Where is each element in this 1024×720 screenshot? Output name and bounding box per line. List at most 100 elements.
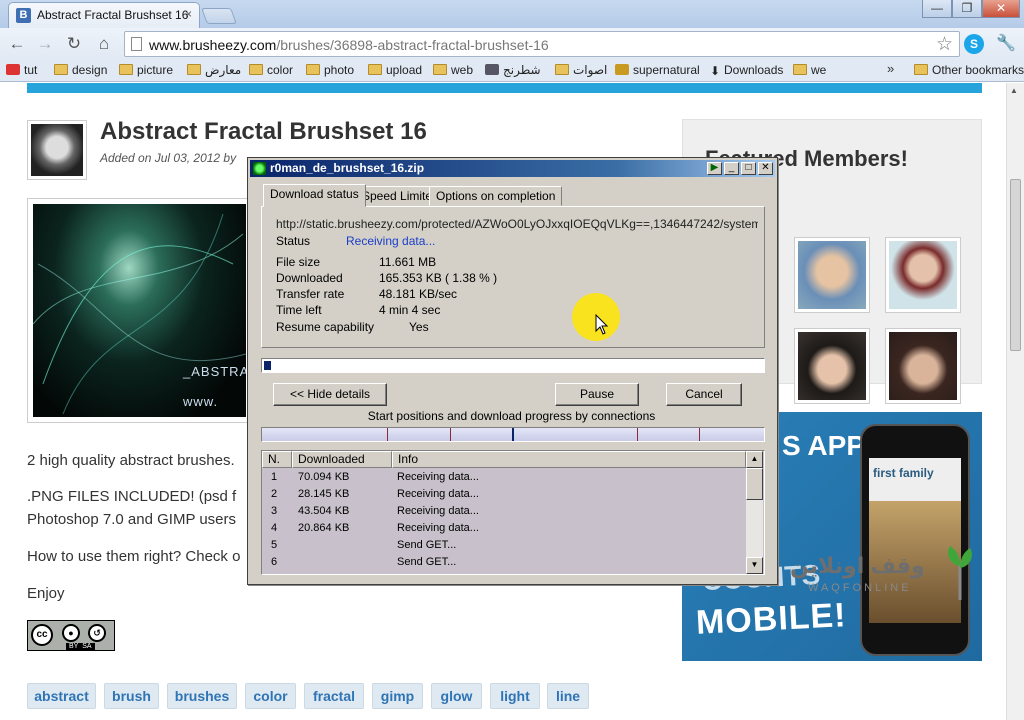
table-row[interactable]: 5 Send GET...: [262, 537, 746, 554]
url-text[interactable]: www.brusheezy.com/brushes/36898-abstract…: [149, 37, 549, 53]
tag-abstract[interactable]: abstract: [27, 683, 96, 709]
bookmarks-more-chevron-icon[interactable]: »: [887, 61, 894, 76]
maximize-button[interactable]: ❐: [952, 0, 982, 18]
row-info: Receiving data...: [397, 522, 479, 534]
creative-commons-badge[interactable]: cc ● ↺ BY SA: [27, 620, 115, 651]
page-scrollbar[interactable]: ▲: [1006, 83, 1024, 720]
description-line-4: How to use them right? Check o: [27, 548, 241, 565]
tag-gimp[interactable]: gimp: [372, 683, 423, 709]
bookmark-downloads[interactable]: ⬇ Downloads: [710, 63, 783, 79]
time-left-value: 4 min 4 sec: [379, 303, 441, 317]
home-icon[interactable]: ⌂: [93, 33, 115, 55]
bookmark-design[interactable]: design: [54, 63, 107, 79]
hide-details-button[interactable]: << Hide details: [273, 383, 387, 406]
bookmark-supernatural[interactable]: supernatural: [615, 63, 700, 79]
bookmark-color[interactable]: color: [249, 63, 293, 79]
bookmark-sounds[interactable]: اصوات: [555, 63, 607, 79]
col-header-downloaded[interactable]: Downloaded: [292, 451, 392, 468]
folder-icon: [249, 64, 263, 75]
other-bookmarks[interactable]: Other bookmarks: [914, 63, 1024, 79]
bookmark-label: Downloads: [724, 63, 784, 77]
share-alike-icon: ↺: [88, 624, 106, 642]
connection-segment-marker: [450, 428, 451, 441]
address-bar[interactable]: www.brusheezy.com/brushes/36898-abstract…: [124, 31, 960, 57]
row-info: Receiving data...: [397, 488, 479, 500]
new-tab-button[interactable]: [201, 8, 237, 24]
avatar-photo: [31, 124, 83, 176]
table-row[interactable]: 2 28.145 KB Receiving data...: [262, 486, 746, 503]
bookmark-chess[interactable]: شطرنج: [485, 63, 541, 79]
bookmark-label: اصوات: [573, 63, 608, 77]
member-avatar[interactable]: [794, 237, 870, 313]
member-avatar[interactable]: [885, 328, 961, 404]
dialog-minimize-button[interactable]: _: [724, 162, 739, 175]
tag-color[interactable]: color: [245, 683, 296, 709]
bookmark-label: photo: [324, 63, 355, 77]
cancel-button[interactable]: Cancel: [666, 383, 742, 406]
tag-brushes[interactable]: brushes: [167, 683, 237, 709]
tag-light[interactable]: light: [490, 683, 540, 709]
dialog-title: r0man_de_brushset_16.zip: [270, 161, 425, 175]
browser-tab[interactable]: B Abstract Fractal Brushset 16 ×: [8, 2, 200, 28]
description-line-2: .PNG FILES INCLUDED! (psd f: [27, 488, 237, 505]
star-icon[interactable]: ☆: [936, 33, 953, 56]
connection-segment-marker: [387, 428, 388, 441]
table-row[interactable]: 1 70.094 KB Receiving data...: [262, 469, 746, 486]
url-path: /brushes/36898-abstract-fractal-brushset…: [276, 37, 549, 53]
license-labels: BY SA: [66, 643, 95, 650]
tag-brush[interactable]: brush: [104, 683, 159, 709]
brush-preview[interactable]: _ABSTRAC www.: [27, 198, 252, 423]
ad-mobile-text: MOBILE!: [695, 596, 848, 642]
toolbox-icon: [6, 64, 20, 75]
member-photo: [889, 332, 957, 400]
col-header-n[interactable]: N.: [262, 451, 292, 468]
table-row[interactable]: 3 43.504 KB Receiving data...: [262, 503, 746, 520]
download-url: http://static.brusheezy.com/protected/AZ…: [276, 217, 758, 231]
scroll-up-icon[interactable]: ▲: [746, 451, 763, 468]
bookmark-we[interactable]: we: [793, 63, 826, 79]
bookmark-galleries[interactable]: معارض: [187, 63, 241, 79]
table-scrollbar[interactable]: ▲ ▼: [746, 451, 763, 574]
bookmark-photo[interactable]: photo: [306, 63, 354, 79]
row-number: 4: [271, 522, 278, 534]
bookmark-upload[interactable]: upload: [368, 63, 422, 79]
download-arrow-icon: ⬇: [710, 64, 721, 78]
scroll-up-icon[interactable]: ▲: [1010, 86, 1018, 95]
bookmark-web[interactable]: web: [433, 63, 473, 79]
tag-fractal[interactable]: fractal: [304, 683, 364, 709]
table-row[interactable]: 6 Send GET...: [262, 554, 746, 571]
dialog-maximize-button[interactable]: □: [741, 162, 756, 175]
forward-arrow-icon[interactable]: →: [34, 33, 56, 55]
skype-icon[interactable]: S: [964, 34, 984, 54]
license-sa: SA: [82, 643, 92, 650]
downloaded-value: 165.353 KB ( 1.38 % ): [379, 271, 498, 285]
dialog-close-button[interactable]: ✕: [758, 162, 773, 175]
bookmark-label: picture: [137, 63, 174, 77]
dialog-play-button[interactable]: ▶: [707, 162, 722, 175]
page-scroll-thumb[interactable]: [1010, 179, 1021, 351]
wrench-icon[interactable]: 🔧: [996, 34, 1016, 54]
member-avatar[interactable]: [885, 237, 961, 313]
tag-line[interactable]: line: [547, 683, 589, 709]
tab-close-icon[interactable]: ×: [185, 7, 192, 21]
table-scroll-thumb[interactable]: [746, 468, 763, 500]
reload-icon[interactable]: ↻: [63, 33, 85, 55]
cc-icon: cc: [31, 624, 53, 646]
minimize-button[interactable]: —: [922, 0, 952, 18]
scroll-down-icon[interactable]: ▼: [746, 557, 763, 574]
bookmark-picture[interactable]: picture: [119, 63, 173, 79]
col-header-info[interactable]: Info: [392, 451, 746, 468]
row-info: Send GET...: [397, 556, 457, 568]
pause-button[interactable]: Pause: [555, 383, 639, 406]
member-avatar[interactable]: [794, 328, 870, 404]
table-row[interactable]: 4 20.864 KB Receiving data...: [262, 520, 746, 537]
tab-options-on-completion[interactable]: Options on completion: [429, 186, 563, 206]
tab-download-status[interactable]: Download status: [263, 184, 366, 207]
tag-glow[interactable]: glow: [431, 683, 482, 709]
close-window-button[interactable]: ✕: [982, 0, 1020, 18]
folder-icon: [914, 64, 928, 75]
bookmark-tut[interactable]: tut: [6, 63, 37, 79]
dialog-titlebar[interactable]: r0man_de_brushset_16.zip ▶ _ □ ✕: [250, 160, 775, 177]
back-arrow-icon[interactable]: ←: [6, 33, 28, 55]
author-avatar[interactable]: [27, 120, 87, 180]
